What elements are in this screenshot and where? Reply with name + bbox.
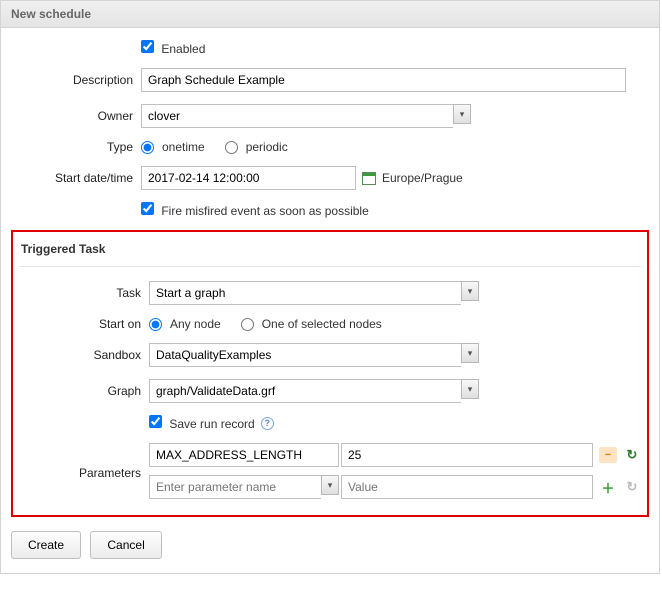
new-param-value-input[interactable] [341,475,593,499]
chevron-down-icon[interactable]: ▾ [453,104,471,124]
type-periodic-radio[interactable]: periodic [225,140,288,154]
task-select[interactable]: ▾ [149,281,479,305]
caret-down-icon[interactable]: ▾ [321,475,339,495]
chevron-down-icon[interactable]: ▾ [461,343,479,363]
triggered-task-section: Triggered Task Task ▾ Start on Any node … [11,230,649,517]
task-label: Task [19,286,149,300]
chevron-down-icon[interactable]: ▾ [461,281,479,301]
sandbox-value[interactable] [149,343,461,367]
enabled-label-text: Enabled [161,42,205,56]
new-param-name-input[interactable] [149,475,321,499]
owner-value[interactable] [141,104,453,128]
save-run-checkbox-label[interactable]: Save run record [149,415,255,431]
starton-one-radio[interactable]: One of selected nodes [241,317,382,331]
owner-label: Owner [11,109,141,123]
save-run-checkbox[interactable] [149,415,162,428]
panel-title: New schedule [1,1,659,28]
graph-select[interactable]: ▾ [149,379,479,403]
startdt-label: Start date/time [11,171,141,185]
calendar-icon[interactable] [362,172,376,185]
owner-select[interactable]: ▾ [141,104,471,128]
create-button[interactable]: Create [11,531,81,559]
param-value-input[interactable] [341,443,593,467]
enabled-checkbox[interactable] [141,40,154,53]
parameter-row: − ↻ [149,443,641,467]
description-label: Description [11,73,141,87]
cancel-button[interactable]: Cancel [90,531,161,559]
starton-any-radio[interactable]: Any node [149,317,221,331]
fire-misfired-checkbox-label[interactable]: Fire misfired event as soon as possible [141,202,369,218]
graph-value[interactable] [149,379,461,403]
sandbox-select[interactable]: ▾ [149,343,479,367]
parameter-row-new: ▾ ＋ ↻ [149,475,641,499]
type-label: Type [11,140,141,154]
refresh-disabled-icon: ↻ [623,479,641,495]
caret-down-icon[interactable]: ▾ [461,379,479,399]
schedule-panel: New schedule Enabled Description Owner [0,0,660,574]
fire-misfired-checkbox[interactable] [141,202,154,215]
graph-label: Graph [19,384,149,398]
new-param-name[interactable]: ▾ [149,475,339,499]
timezone-text: Europe/Prague [382,171,463,185]
enabled-checkbox-label[interactable]: Enabled [141,40,205,56]
param-name-input[interactable] [149,443,339,467]
triggered-task-title: Triggered Task [19,238,641,267]
add-icon[interactable]: ＋ [599,479,617,495]
parameters-label: Parameters [19,466,149,480]
task-value[interactable] [149,281,461,305]
button-bar: Create Cancel [11,531,649,559]
description-input[interactable] [141,68,626,92]
startdt-input[interactable] [141,166,356,190]
remove-icon[interactable]: − [599,447,617,463]
refresh-icon[interactable]: ↻ [623,447,641,463]
sandbox-label: Sandbox [19,348,149,362]
starton-label: Start on [19,317,149,331]
type-onetime-radio[interactable]: onetime [141,140,205,154]
help-icon[interactable]: ? [261,417,274,430]
